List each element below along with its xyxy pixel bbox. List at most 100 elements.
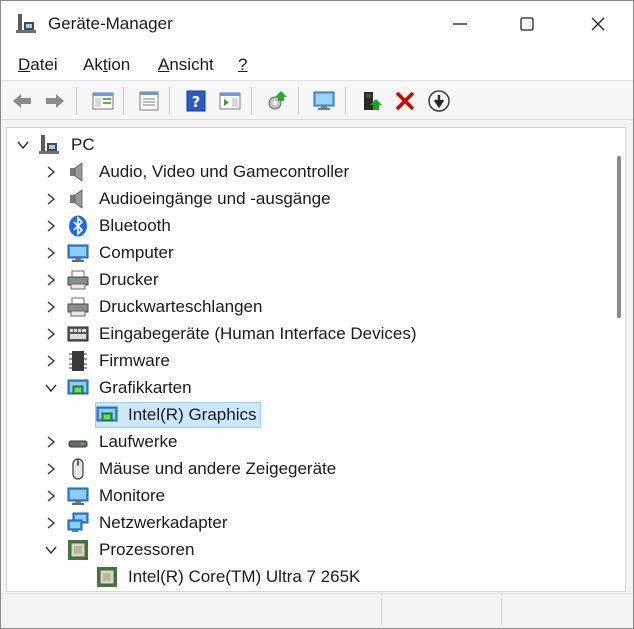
tree-node-category[interactable]: Firmware	[7, 348, 607, 375]
forward-arrow-icon	[46, 94, 64, 108]
menu-ansicht-rest: nsicht	[169, 55, 214, 74]
maximize-button[interactable]	[504, 1, 550, 47]
disable-device-button[interactable]	[425, 87, 453, 115]
minimize-icon	[453, 23, 467, 25]
tree-node-category[interactable]: Prozessoren	[7, 537, 607, 564]
action-pane-icon	[219, 92, 241, 110]
title-bar[interactable]: Geräte-Manager	[1, 1, 633, 47]
scrollbar-thumb[interactable]	[617, 156, 621, 318]
uninstall-device-button[interactable]	[391, 87, 419, 115]
tree-node-category[interactable]: Netzwerkadapter	[7, 510, 607, 537]
menu-aktion-rest: ion	[107, 55, 131, 74]
tree-node-category[interactable]: Drucker	[7, 267, 607, 294]
update-driver-button[interactable]	[310, 87, 338, 115]
device-tree[interactable]: PC Audio, Video und Gamecontroller Audio…	[6, 127, 626, 592]
printer-icon	[67, 270, 89, 290]
device-manager-window: Geräte-Manager Datei Aktion Ansicht ? ? …	[0, 0, 634, 629]
tree-node-category[interactable]: Laufwerke	[7, 429, 607, 456]
scan-hardware-button[interactable]	[263, 87, 291, 115]
tree-label: Intel(R) Core(TM) Ultra 7 265K	[128, 567, 361, 586]
tree-node-category[interactable]: Audio, Video und Gamecontroller	[7, 159, 607, 186]
tree-label: Netzwerkadapter	[99, 513, 228, 532]
tree-node-category[interactable]: Computer	[7, 240, 607, 267]
menu-aktion-pre: Ak	[83, 55, 103, 74]
tree-node-category[interactable]: Bluetooth	[7, 213, 607, 240]
chevron-down-icon[interactable]	[16, 138, 30, 152]
chevron-right-icon[interactable]	[44, 165, 58, 179]
display-adapter-icon	[96, 406, 118, 422]
chevron-right-icon[interactable]	[44, 246, 58, 260]
tree-node-category[interactable]: Monitore	[7, 483, 607, 510]
tree-label: Drucker	[99, 270, 159, 289]
tree-node-category[interactable]: Mäuse und andere Zeigegeräte	[7, 456, 607, 483]
display-adapter-icon	[67, 379, 89, 395]
hid-icon	[67, 326, 89, 342]
minimize-button[interactable]	[437, 1, 483, 47]
close-icon	[591, 17, 605, 31]
chevron-right-icon[interactable]	[44, 516, 58, 530]
chevron-down-icon[interactable]	[44, 381, 58, 395]
toolbar: ?	[1, 82, 633, 120]
menu-datei[interactable]: Datei	[18, 55, 58, 75]
tree-node-category[interactable]: Eingabegeräte (Human Interface Devices)	[7, 321, 607, 348]
toolbar-separator	[345, 87, 346, 115]
network-icon	[67, 512, 89, 532]
chevron-right-icon[interactable]	[44, 273, 58, 287]
menu-aktion[interactable]: Aktion	[83, 55, 130, 75]
tree-label: Monitore	[99, 486, 166, 505]
printer-icon	[67, 297, 89, 317]
speaker-icon	[70, 189, 83, 209]
tree-node-category[interactable]: Audioeingänge und -ausgänge	[7, 186, 607, 213]
status-cell	[501, 598, 631, 625]
tree-node-pc[interactable]: PC	[7, 132, 607, 159]
menu-datei-mnemonic: D	[18, 55, 31, 74]
chevron-right-icon[interactable]	[44, 462, 58, 476]
chevron-right-icon[interactable]	[44, 219, 58, 233]
tree-node-category[interactable]: Druckwarteschlangen	[7, 294, 607, 321]
toolbar-separator	[298, 87, 299, 115]
enable-device-icon	[364, 92, 382, 110]
tree-label: Druckwarteschlangen	[99, 297, 263, 316]
console-tree-button[interactable]	[89, 87, 117, 115]
chevron-down-icon[interactable]	[44, 543, 58, 557]
window-title: Geräte-Manager	[48, 14, 173, 33]
menu-help-mnemonic: ?	[238, 55, 248, 74]
action-pane-button[interactable]	[216, 87, 244, 115]
chevron-right-icon[interactable]	[44, 354, 58, 368]
properties-icon	[139, 91, 159, 111]
menu-ansicht[interactable]: Ansicht	[158, 55, 214, 75]
forward-button[interactable]	[41, 87, 69, 115]
maximize-icon	[520, 17, 534, 31]
toolbar-separator	[251, 87, 252, 115]
status-cell	[381, 598, 501, 625]
tree-label: Laufwerke	[99, 432, 178, 451]
close-button[interactable]	[575, 1, 621, 47]
tree-label: Audioeingänge und -ausgänge	[99, 189, 331, 208]
menu-ansicht-mnemonic: A	[158, 55, 170, 74]
tree-node-device-selected[interactable]: Intel(R) Graphics	[7, 402, 607, 429]
back-button[interactable]	[8, 87, 36, 115]
chevron-right-icon[interactable]	[44, 192, 58, 206]
toolbar-separator	[123, 87, 124, 115]
menu-help[interactable]: ?	[238, 55, 247, 75]
bluetooth-icon	[69, 215, 87, 237]
chevron-right-icon[interactable]	[44, 435, 58, 449]
disable-device-icon	[428, 90, 450, 112]
scan-hardware-icon	[268, 91, 287, 110]
menu-datei-rest: atei	[30, 55, 58, 74]
tree-label: Audio, Video und Gamecontroller	[99, 162, 350, 181]
tree-label: Grafikkarten	[99, 378, 192, 397]
chevron-right-icon[interactable]	[44, 327, 58, 341]
help-button[interactable]: ?	[182, 87, 210, 115]
mouse-icon	[72, 458, 84, 480]
chevron-right-icon[interactable]	[44, 300, 58, 314]
vertical-scrollbar[interactable]	[612, 128, 625, 591]
properties-button[interactable]	[135, 87, 163, 115]
chevron-right-icon[interactable]	[44, 489, 58, 503]
enable-device-button[interactable]	[358, 87, 386, 115]
device-manager-icon	[16, 14, 36, 33]
chip-icon	[69, 351, 87, 371]
tree-node-device[interactable]: Intel(R) Core(TM) Ultra 7 265K	[7, 564, 607, 591]
tree-node-category[interactable]: Grafikkarten	[7, 375, 607, 402]
svg-text:?: ?	[192, 93, 201, 111]
